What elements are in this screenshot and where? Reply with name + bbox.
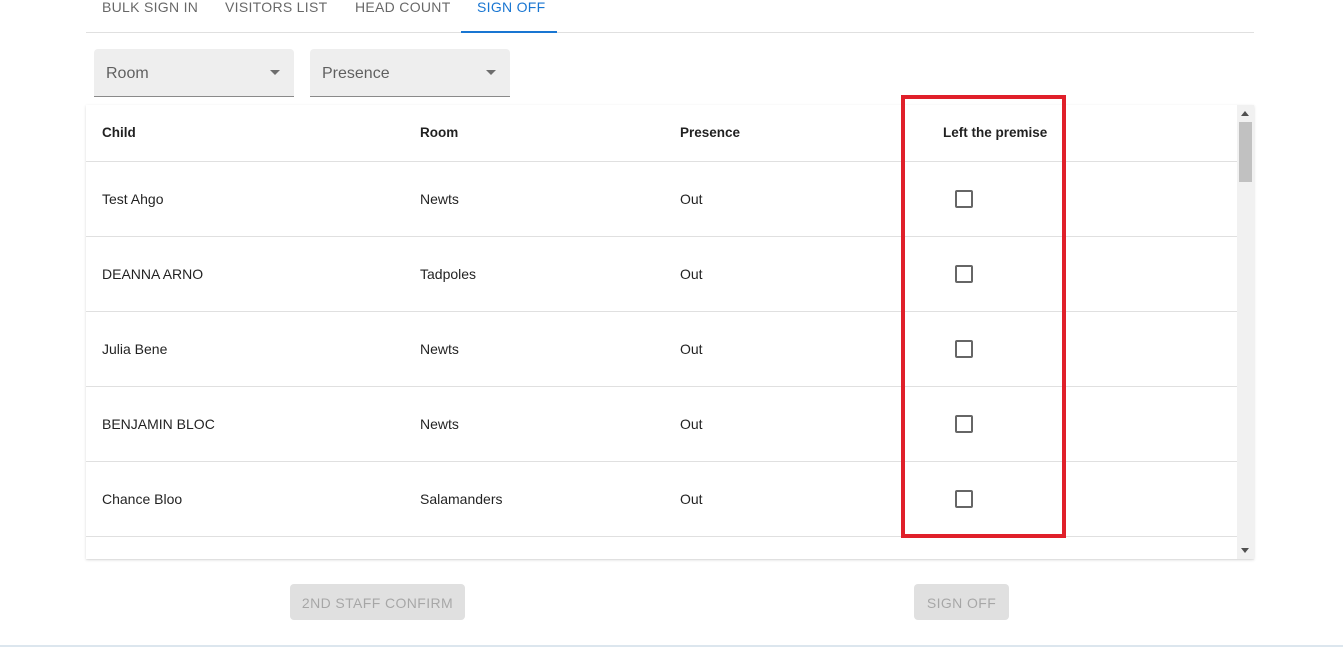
table-row: Chance Bloo Salamanders Out (86, 462, 1237, 537)
column-header-child: Child (102, 125, 136, 140)
children-table: Child Room Presence Left the premise Tes… (86, 105, 1254, 559)
child-name: BENJAMIN BLOC (102, 416, 215, 432)
tab-label: HEAD COUNT (355, 0, 451, 15)
room-cell: Newts (420, 341, 459, 357)
presence-select[interactable]: Presence (310, 49, 510, 97)
presence-select-label: Presence (322, 65, 390, 82)
left-premise-checkbox[interactable] (955, 340, 973, 358)
tab-head-count[interactable]: HEAD COUNT (339, 0, 461, 32)
scroll-down-arrow-icon[interactable] (1241, 548, 1249, 553)
presence-cell: Out (680, 416, 703, 432)
left-premise-checkbox[interactable] (955, 490, 973, 508)
tab-bar: BULK SIGN IN VISITORS LIST HEAD COUNT SI… (86, 0, 1254, 33)
tab-sign-off[interactable]: SIGN OFF (461, 0, 557, 33)
column-header-left-the-premise: Left the premise (943, 125, 1048, 140)
left-premise-checkbox[interactable] (955, 190, 973, 208)
room-cell: Salamanders (420, 491, 503, 507)
left-premise-checkbox[interactable] (955, 415, 973, 433)
room-select[interactable]: Room (94, 49, 294, 97)
child-name: Test Ahgo (102, 191, 164, 207)
child-name: DEANNA ARNO (102, 266, 204, 282)
child-name: Chance Bloo (102, 491, 183, 507)
sign-off-button[interactable]: SIGN OFF (914, 584, 1009, 620)
presence-cell: Out (680, 191, 703, 207)
column-header-presence: Presence (680, 125, 741, 140)
dropdown-arrow-icon (486, 70, 496, 75)
table-row: DEANNA ARNO Tadpoles Out (86, 237, 1237, 312)
tab-label: VISITORS LIST (225, 0, 328, 15)
scroll-thumb[interactable] (1239, 122, 1252, 182)
table-row: Test Ahgo Newts Out (86, 162, 1237, 237)
column-header-room: Room (420, 125, 459, 140)
room-cell: Tadpoles (420, 266, 477, 282)
dropdown-arrow-icon (270, 70, 280, 75)
child-name: Julia Bene (102, 341, 168, 357)
tab-label: SIGN OFF (477, 0, 546, 15)
second-staff-confirm-button[interactable]: 2ND STAFF CONFIRM (290, 584, 465, 620)
tab-visitors-list[interactable]: VISITORS LIST (209, 0, 339, 32)
table-header: Child Room Presence Left the premise (86, 105, 1237, 162)
table-row: Julia Bene Newts Out (86, 312, 1237, 387)
tab-bulk-sign-in[interactable]: BULK SIGN IN (86, 0, 209, 32)
tab-label: BULK SIGN IN (102, 0, 199, 15)
presence-cell: Out (680, 341, 703, 357)
room-cell: Newts (420, 191, 459, 207)
presence-cell: Out (680, 266, 703, 282)
table-row: BENJAMIN BLOC Newts Out (86, 387, 1237, 462)
table-scrollbar[interactable] (1237, 105, 1254, 559)
left-premise-checkbox[interactable] (955, 265, 973, 283)
scroll-up-arrow-icon[interactable] (1241, 111, 1249, 116)
presence-cell: Out (680, 491, 703, 507)
room-cell: Newts (420, 416, 459, 432)
room-select-label: Room (106, 65, 149, 82)
